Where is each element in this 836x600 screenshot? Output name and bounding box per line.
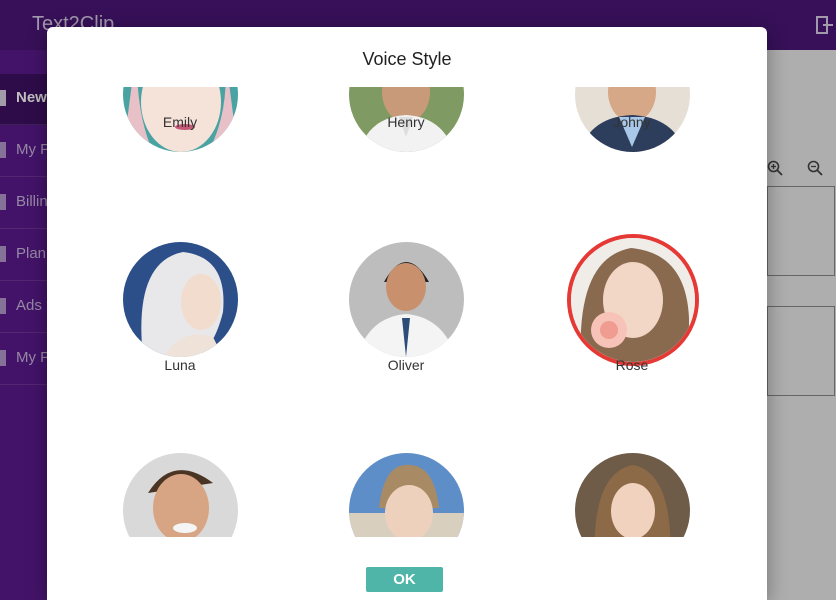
avatar[interactable] xyxy=(575,453,690,537)
voice-name: Henry xyxy=(387,114,425,130)
avatar[interactable] xyxy=(349,453,464,537)
avatar[interactable] xyxy=(123,242,238,357)
dialog-title: Voice Style xyxy=(362,49,452,69)
voice-name: Johny xyxy=(613,114,651,130)
voice-name: Emily xyxy=(162,114,198,130)
avatar[interactable] xyxy=(123,453,238,537)
ok-button-label: OK xyxy=(393,571,416,588)
ok-button[interactable]: OK xyxy=(366,567,443,592)
avatar[interactable] xyxy=(349,242,464,357)
avatar-selected[interactable] xyxy=(567,234,699,366)
voice-style-dialog: Voice Style Emily Henry Johny Luna Olive… xyxy=(47,27,767,600)
voice-name: Rose xyxy=(615,357,649,373)
voice-grid[interactable]: Emily Henry Johny Luna Oliver Rose xyxy=(47,87,767,537)
voice-name: Oliver xyxy=(387,357,425,373)
voice-name: Luna xyxy=(164,357,196,373)
